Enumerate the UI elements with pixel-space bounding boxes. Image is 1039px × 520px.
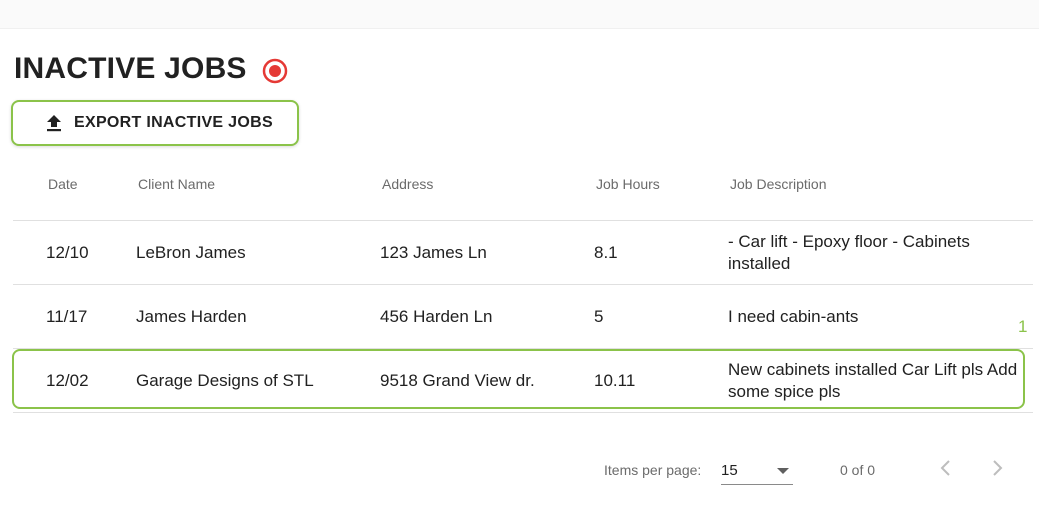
cell-address: 9518 Grand View dr. bbox=[380, 370, 535, 390]
cell-date: 12/02 bbox=[46, 370, 89, 390]
cell-job-hours: 8.1 bbox=[594, 242, 618, 262]
header-date[interactable]: Date bbox=[48, 176, 78, 192]
record-icon[interactable] bbox=[262, 58, 288, 84]
export-inactive-jobs-button[interactable]: EXPORT INACTIVE JOBS bbox=[11, 100, 299, 146]
inactive-jobs-table: Date Client Name Address Job Hours Job D… bbox=[12, 160, 1033, 413]
cell-job-description: I need cabin-ants bbox=[728, 306, 859, 326]
cell-job-description: - Car lift - Epoxy floor - Cabinets inst… bbox=[728, 231, 970, 273]
header-job-description[interactable]: Job Description bbox=[730, 176, 827, 192]
cell-client-name: Garage Designs of STL bbox=[136, 370, 314, 390]
cell-job-hours: 10.11 bbox=[594, 370, 636, 390]
chevron-right-icon[interactable] bbox=[985, 456, 1009, 480]
items-per-page-value: 15 bbox=[721, 462, 738, 479]
items-per-page-select[interactable]: 15 bbox=[721, 454, 793, 485]
table-row-selected[interactable]: 12/02 Garage Designs of STL 9518 Grand V… bbox=[12, 349, 1033, 413]
cell-client-name: LeBron James bbox=[136, 242, 246, 262]
cell-address: 123 James Ln bbox=[380, 242, 487, 262]
table-header-row: Date Client Name Address Job Hours Job D… bbox=[13, 160, 1033, 221]
cell-client-name: James Harden bbox=[136, 306, 247, 326]
export-button-label: EXPORT INACTIVE JOBS bbox=[74, 114, 273, 131]
top-bar bbox=[0, 0, 1039, 29]
cell-job-hours: 5 bbox=[594, 306, 604, 326]
table-row[interactable]: 11/17 James Harden 456 Harden Ln 5 I nee… bbox=[13, 285, 1033, 349]
table-row[interactable]: 12/10 LeBron James 123 James Ln 8.1 - Ca… bbox=[13, 221, 1033, 285]
selection-badge: 1 bbox=[1018, 317, 1028, 336]
cell-address: 456 Harden Ln bbox=[380, 306, 493, 326]
cell-job-description: New cabinets installed Car Lift pls Add … bbox=[728, 359, 1018, 401]
paginator: Items per page: 15 0 of 0 bbox=[0, 450, 1039, 490]
header-client-name[interactable]: Client Name bbox=[138, 176, 215, 192]
page-title: INACTIVE JOBS bbox=[14, 52, 247, 85]
page-range-label: 0 of 0 bbox=[840, 462, 876, 478]
header-job-hours[interactable]: Job Hours bbox=[596, 176, 660, 192]
dropdown-arrow-icon bbox=[777, 468, 789, 474]
upload-icon bbox=[47, 115, 61, 132]
items-per-page-label: Items per page: bbox=[604, 462, 702, 478]
cell-date: 12/10 bbox=[46, 242, 89, 262]
header-address[interactable]: Address bbox=[382, 176, 433, 192]
cell-date: 11/17 bbox=[46, 306, 88, 326]
chevron-left-icon[interactable] bbox=[934, 456, 958, 480]
